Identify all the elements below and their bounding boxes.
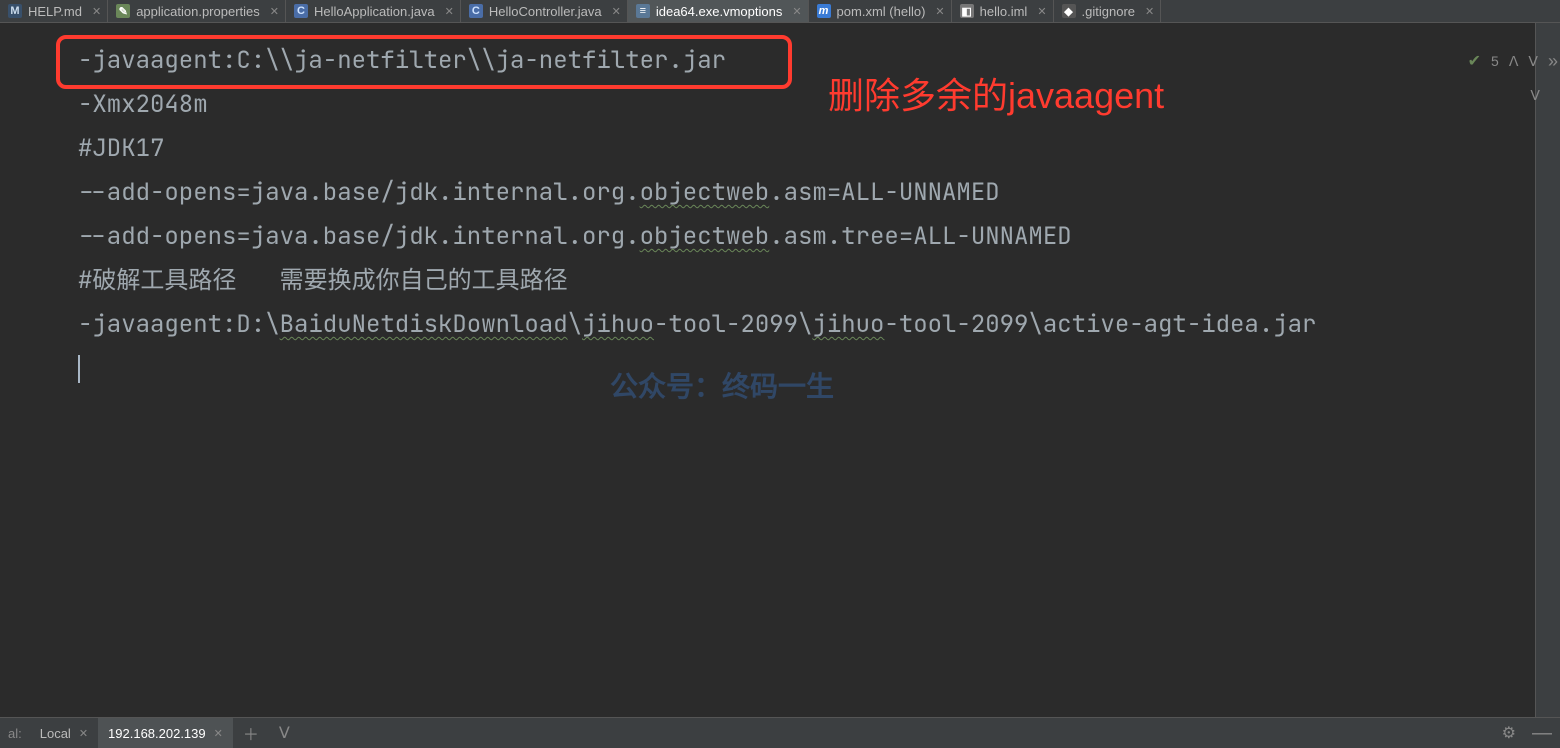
terminal-tab-label: Local xyxy=(40,726,71,741)
xml-file-icon: m xyxy=(817,4,831,18)
editor-tab-7[interactable]: ◆ .gitignore ✕ xyxy=(1054,0,1162,22)
close-tab-icon[interactable]: ✕ xyxy=(88,5,101,18)
md-file-icon: M xyxy=(8,4,22,18)
new-terminal-icon[interactable]: ＋ xyxy=(233,721,269,745)
collapse-icon[interactable]: ᐯ xyxy=(1530,87,1540,104)
terminal-tab-label: 192.168.202.139 xyxy=(108,726,206,741)
editor-tab-5[interactable]: m pom.xml (hello) ✕ xyxy=(809,0,952,22)
code-line-3[interactable]: #JDK17 xyxy=(78,127,1535,171)
terminal-tab-1[interactable]: 192.168.202.139 ✕ xyxy=(98,718,233,748)
close-tab-icon[interactable]: ✕ xyxy=(441,5,454,18)
tab-label: HelloApplication.java xyxy=(314,4,435,19)
editor-tab-bar: M HELP.md ✕ ✎ application.properties ✕ C HelloA… xyxy=(0,0,1560,23)
inspection-widget[interactable]: ✔ 5 ᐱ ᐯ xyxy=(1468,51,1538,71)
code-line-1[interactable]: -javaagent:C:\\ja-netfilter\\ja-netfilte… xyxy=(78,39,1535,83)
code-line-8[interactable]: -javaagent:D:\BaiduNetdiskDownload\jihuo… xyxy=(78,303,1535,347)
terminal-tab-0[interactable]: Local ✕ xyxy=(30,718,98,748)
code-line-5[interactable]: --add-opens=java.base/jdk.internal.org.o… xyxy=(78,215,1535,259)
terminal-dropdown-icon[interactable]: ᐯ xyxy=(269,723,300,743)
close-tab-icon[interactable]: ✕ xyxy=(788,5,801,18)
prop-file-icon: ✎ xyxy=(116,4,130,18)
right-tool-strip xyxy=(1535,23,1560,717)
code-line-4[interactable]: --add-opens=java.base/jdk.internal.org.o… xyxy=(78,171,1535,215)
more-actions-icon[interactable]: » xyxy=(1548,51,1558,72)
close-tab-icon[interactable]: ✕ xyxy=(931,5,944,18)
close-terminal-icon[interactable]: ✕ xyxy=(79,727,88,740)
tab-label: hello.iml xyxy=(980,4,1028,19)
editor-tab-3[interactable]: C HelloController.java ✕ xyxy=(461,0,628,22)
editor-area: -javaagent:C:\\ja-netfilter\\ja-netfilte… xyxy=(0,23,1560,717)
cursor-line[interactable] xyxy=(78,347,1535,391)
terminal-tab-bar: al: Local ✕ 192.168.202.139 ✕ ＋ ᐯ ⚙ — xyxy=(0,717,1560,748)
close-tab-icon[interactable]: ✕ xyxy=(266,5,279,18)
tab-label: .gitignore xyxy=(1082,4,1135,19)
next-highlight-icon[interactable]: ᐯ xyxy=(1528,53,1538,70)
code-line-7[interactable]: #破解工具路径 需要换成你自己的工具路径 xyxy=(78,259,1535,303)
editor-tab-2[interactable]: C HelloApplication.java ✕ xyxy=(286,0,461,22)
java-file-icon: C xyxy=(469,4,483,18)
check-icon: ✔ xyxy=(1468,51,1481,71)
warning-count: 5 xyxy=(1491,53,1499,69)
git-file-icon: ◆ xyxy=(1062,4,1076,18)
gear-icon[interactable]: ⚙ xyxy=(1494,723,1524,743)
code-line-2[interactable]: -Xmx2048m xyxy=(78,83,1535,127)
tab-label: idea64.exe.vmoptions xyxy=(656,4,782,19)
close-tab-icon[interactable]: ✕ xyxy=(608,5,621,18)
terminal-label-suffix: al: xyxy=(0,726,30,741)
tab-label: application.properties xyxy=(136,4,260,19)
java-file-icon: C xyxy=(294,4,308,18)
close-tab-icon[interactable]: ✕ xyxy=(1033,5,1046,18)
prev-highlight-icon[interactable]: ᐱ xyxy=(1509,53,1519,70)
tab-label: pom.xml (hello) xyxy=(837,4,926,19)
tab-label: HELP.md xyxy=(28,4,82,19)
tab-label: HelloController.java xyxy=(489,4,602,19)
editor-tab-4[interactable]: ≡ idea64.exe.vmoptions ✕ xyxy=(628,0,809,22)
close-tab-icon[interactable]: ✕ xyxy=(1141,5,1154,18)
editor-tab-6[interactable]: ◧ hello.iml ✕ xyxy=(952,0,1054,22)
iml-file-icon: ◧ xyxy=(960,4,974,18)
editor-tab-0[interactable]: M HELP.md ✕ xyxy=(0,0,108,22)
txt-file-icon: ≡ xyxy=(636,4,650,18)
close-terminal-icon[interactable]: ✕ xyxy=(214,727,223,740)
hide-panel-icon[interactable]: — xyxy=(1524,722,1560,745)
code-editor[interactable]: -javaagent:C:\\ja-netfilter\\ja-netfilte… xyxy=(0,23,1535,717)
editor-tab-1[interactable]: ✎ application.properties ✕ xyxy=(108,0,286,22)
